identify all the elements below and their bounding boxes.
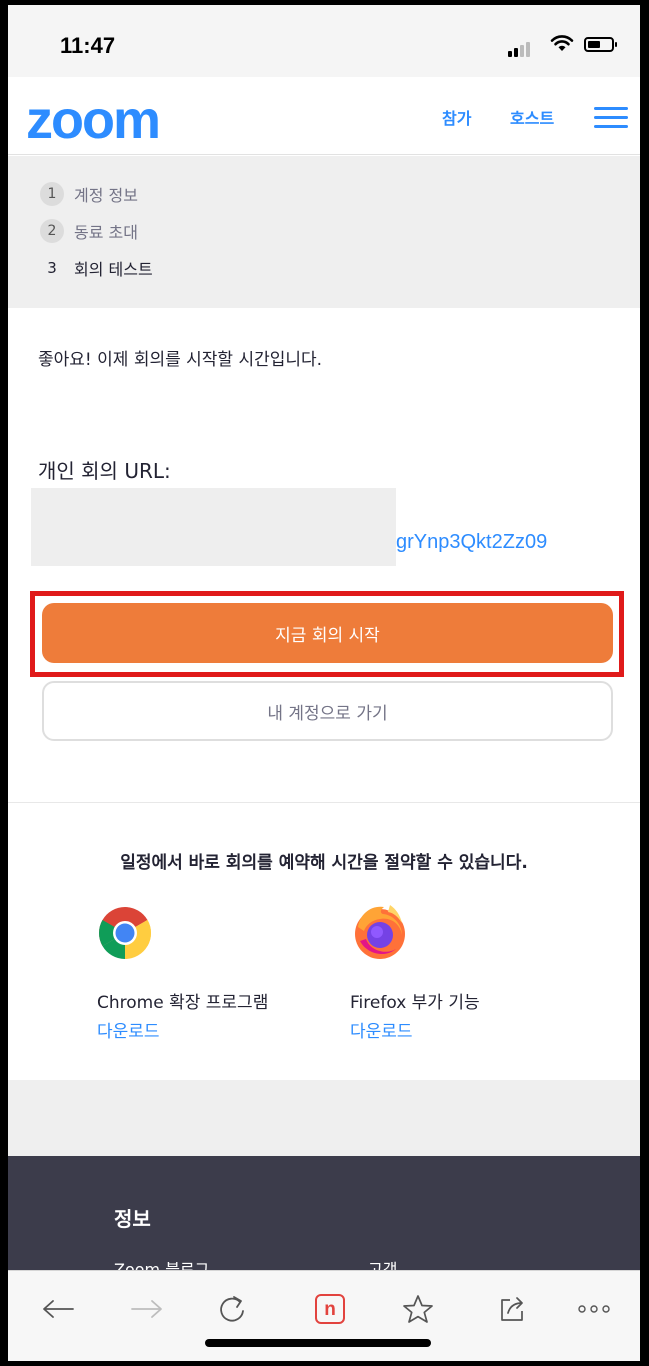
bookmark-star-icon[interactable] <box>398 1291 438 1327</box>
step-account-info: 1 계정 정보 <box>40 180 138 208</box>
start-meeting-button[interactable]: 지금 회의 시작 <box>42 603 613 663</box>
browser-toolbar: n <box>8 1270 640 1361</box>
chrome-download-link[interactable]: 다운로드 <box>97 1017 160 1042</box>
hamburger-menu-icon[interactable] <box>594 107 628 129</box>
more-icon[interactable] <box>574 1291 614 1327</box>
step-number: 2 <box>40 219 64 243</box>
firefox-icon <box>355 905 405 959</box>
share-icon[interactable] <box>492 1291 532 1327</box>
step-test-meeting: 3 회의 테스트 <box>40 254 153 282</box>
host-link[interactable]: 호스트 <box>510 105 554 129</box>
firefox-download-link[interactable]: 다운로드 <box>350 1017 413 1042</box>
signup-steps: 1 계정 정보 2 동료 초대 3 회의 테스트 <box>8 156 640 308</box>
step-label: 계정 정보 <box>74 186 138 205</box>
step-invite-colleagues: 2 동료 초대 <box>40 217 138 245</box>
firefox-extension-name: Firefox 부가 기능 <box>350 993 480 1013</box>
ready-message: 좋아요! 이제 회의를 시작할 시간입니다. <box>38 350 323 370</box>
zoom-logo[interactable]: zoom <box>26 89 161 151</box>
join-link[interactable]: 참가 <box>442 105 471 129</box>
battery-icon <box>584 37 617 52</box>
naver-icon[interactable]: n <box>310 1291 350 1327</box>
footer-section-title: 정보 <box>114 1207 151 1231</box>
phone-screen: 11:47 zoom 참가 호스트 1 계정 정보 2 동료 초대 3 회의 테… <box>8 5 640 1361</box>
redacted-url-area <box>31 488 396 566</box>
spacer-band <box>8 1080 640 1156</box>
chrome-extension-name: Chrome 확장 프로그램 <box>97 993 269 1013</box>
step-label: 동료 초대 <box>74 223 138 242</box>
reload-icon[interactable] <box>212 1291 252 1327</box>
cellular-signal-icon <box>508 38 532 57</box>
top-nav: zoom 참가 호스트 <box>8 77 640 155</box>
page-footer: 정보 Zoom 블로그 고객 <box>8 1156 640 1286</box>
go-to-account-button[interactable]: 내 계정으로 가기 <box>42 681 613 741</box>
step-number: 3 <box>47 259 57 277</box>
step-label: 회의 테스트 <box>74 260 153 279</box>
schedule-promo-text: 일정에서 바로 회의를 예약해 시간을 절약할 수 있습니다. <box>120 853 528 873</box>
status-time: 11:47 <box>60 33 116 58</box>
wifi-icon <box>550 35 574 51</box>
chrome-icon <box>99 907 151 959</box>
back-icon[interactable] <box>38 1291 78 1327</box>
naver-letter: n <box>315 1294 345 1324</box>
section-divider <box>8 802 640 803</box>
forward-icon[interactable] <box>127 1291 167 1327</box>
personal-meeting-url-link[interactable]: grYnp3Qkt2Zz09 <box>396 531 547 554</box>
status-bar: 11:47 <box>8 5 640 77</box>
personal-meeting-url-label: 개인 회의 URL: <box>38 459 171 483</box>
home-indicator <box>205 1339 431 1347</box>
step-number: 1 <box>40 182 64 206</box>
